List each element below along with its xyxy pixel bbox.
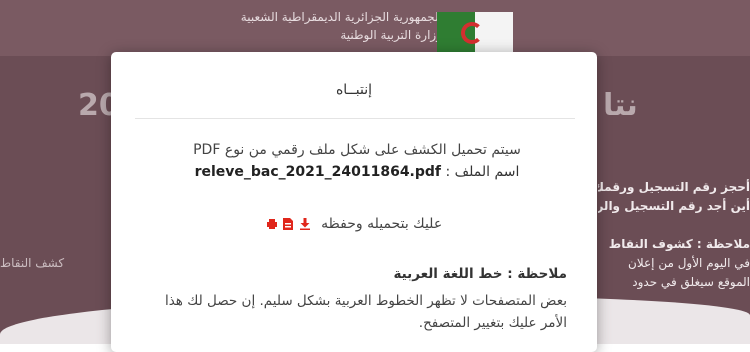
bg-info-line: أين أجد رقم التسجيل والر xyxy=(598,199,750,213)
download-row: عليك بتحميله وحفظه xyxy=(111,216,597,232)
download-icons xyxy=(266,216,311,232)
government-header: الجمهورية الجزائرية الديمقراطية الشعبية … xyxy=(241,8,442,44)
bg-info-line xyxy=(598,216,750,235)
bg-info-line: أحجز رقم التسجيل ورقمك xyxy=(598,180,750,194)
bg-info-line: ملاحظة : كشوف النقاط xyxy=(608,237,750,251)
bg-info-line: الموقع سيغلق في حدود xyxy=(632,275,750,289)
download-icon[interactable] xyxy=(299,218,310,230)
bg-info-text-left: كشف النقاط xyxy=(0,178,111,273)
site-header: الجمهورية الجزائرية الديمقراطية الشعبية … xyxy=(0,0,750,56)
bg-info-line: كشف النقاط xyxy=(0,256,65,270)
pdf-info-message: سيتم تحميل الكشف على شكل ملف رقمي من نوع… xyxy=(193,142,521,158)
pdf-file-icon[interactable] xyxy=(283,218,294,230)
note-title: ملاحظة : خط اللغة العربية xyxy=(393,266,567,282)
file-name-row: اسم الملف : releve_bac_2021_24011864.pdf xyxy=(155,164,559,180)
file-name-label: اسم الملف : xyxy=(445,164,520,180)
country-name: الجمهورية الجزائرية الديمقراطية الشعبية xyxy=(240,10,442,24)
bg-title-results-fragment: نتا xyxy=(603,88,638,123)
modal-title: إنتبــاه xyxy=(335,82,373,98)
modal-divider xyxy=(135,118,575,119)
algeria-flag-icon xyxy=(437,12,513,54)
ministry-name: وزارة التربية الوطنية xyxy=(340,28,442,42)
note-text: بعض المتصفحات لا تظهر الخطوط العربية بشك… xyxy=(164,293,567,331)
bg-info-text-right: أحجز رقم التسجيل ورقمك أين أجد رقم التسج… xyxy=(598,178,750,292)
print-icon[interactable] xyxy=(266,218,277,230)
download-instruction: عليك بتحميله وحفظه xyxy=(321,216,443,232)
file-name-value: releve_bac_2021_24011864.pdf xyxy=(194,164,442,180)
bg-info-line: في اليوم الأول من إعلان xyxy=(628,256,750,270)
attention-modal: إنتبــاه سيتم تحميل الكشف على شكل ملف رق… xyxy=(111,52,597,352)
